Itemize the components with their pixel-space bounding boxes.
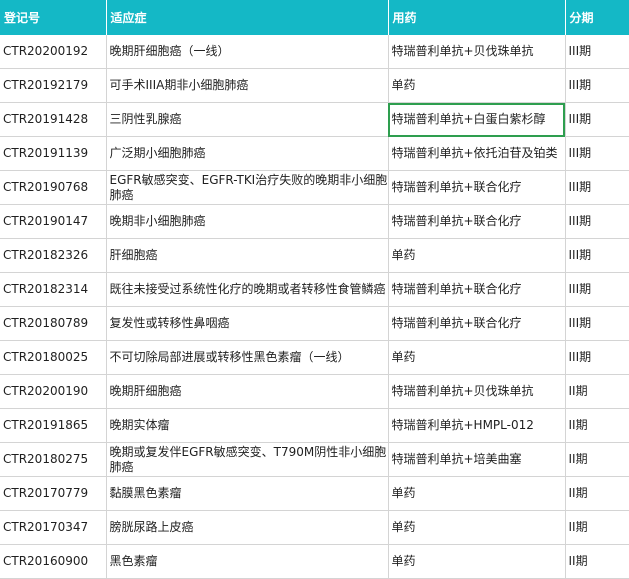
- cell-drug[interactable]: 特瑞普利单抗+联合化疗: [388, 170, 566, 205]
- cell-indication[interactable]: 既往未接受过系统性化疗的晚期或者转移性食管鳞癌: [106, 272, 389, 307]
- table-row: CTR20191428 三阴性乳腺癌 特瑞普利单抗+白蛋白紫杉醇 III期: [0, 102, 629, 137]
- cell-phase[interactable]: III期: [565, 204, 629, 239]
- cell-indication[interactable]: 不可切除局部进展或转移性黑色素瘤（一线）: [106, 340, 389, 375]
- cell-id[interactable]: CTR20191139: [0, 136, 107, 171]
- table-row: CTR20182314 既往未接受过系统性化疗的晚期或者转移性食管鳞癌 特瑞普利…: [0, 272, 629, 307]
- table-row: CTR20192179 可手术IIIA期非小细胞肺癌 单药 III期: [0, 68, 629, 103]
- table-row: CTR20170779 黏膜黑色素瘤 单药 II期: [0, 476, 629, 511]
- header-row: 登记号 适应症 用药 分期: [0, 0, 629, 35]
- cell-drug[interactable]: 特瑞普利单抗+联合化疗: [388, 204, 566, 239]
- cell-indication[interactable]: 复发性或转移性鼻咽癌: [106, 306, 389, 341]
- cell-drug[interactable]: 单药: [388, 510, 566, 545]
- cell-phase[interactable]: II期: [565, 476, 629, 511]
- cell-drug[interactable]: 单药: [388, 476, 566, 511]
- table-row: CTR20191139 广泛期小细胞肺癌 特瑞普利单抗+依托泊苷及铂类 III期: [0, 136, 629, 171]
- cell-indication[interactable]: 黑色素瘤: [106, 544, 389, 579]
- header-indication[interactable]: 适应症: [106, 0, 389, 35]
- table-row: CTR20190768 EGFR敏感突变、EGFR-TKI治疗失败的晚期非小细胞…: [0, 170, 629, 205]
- cell-drug[interactable]: 单药: [388, 68, 566, 103]
- table-row: CTR20190147 晚期非小细胞肺癌 特瑞普利单抗+联合化疗 III期: [0, 204, 629, 239]
- table-row: CTR20160900 黑色素瘤 单药 II期: [0, 544, 629, 579]
- cell-phase[interactable]: III期: [565, 340, 629, 375]
- cell-drug[interactable]: 单药: [388, 340, 566, 375]
- table-row: CTR20180025 不可切除局部进展或转移性黑色素瘤（一线） 单药 III期: [0, 340, 629, 375]
- cell-indication[interactable]: 可手术IIIA期非小细胞肺癌: [106, 68, 389, 103]
- cell-id[interactable]: CTR20190768: [0, 170, 107, 205]
- cell-phase[interactable]: III期: [565, 68, 629, 103]
- cell-indication[interactable]: 广泛期小细胞肺癌: [106, 136, 389, 171]
- cell-id[interactable]: CTR20180789: [0, 306, 107, 341]
- cell-phase[interactable]: II期: [565, 408, 629, 443]
- trial-table: 登记号 适应症 用药 分期 CTR20200192 晚期肝细胞癌（一线） 特瑞普…: [0, 0, 629, 579]
- table-row: CTR20200192 晚期肝细胞癌（一线） 特瑞普利单抗+贝伐珠单抗 III期: [0, 35, 629, 69]
- cell-indication[interactable]: 三阴性乳腺癌: [106, 102, 389, 137]
- cell-id[interactable]: CTR20180025: [0, 340, 107, 375]
- cell-id[interactable]: CTR20191428: [0, 102, 107, 137]
- selected-cell-drug[interactable]: 特瑞普利单抗+白蛋白紫杉醇: [388, 102, 566, 137]
- cell-drug[interactable]: 特瑞普利单抗+联合化疗: [388, 306, 566, 341]
- cell-phase[interactable]: II期: [565, 442, 629, 477]
- cell-id[interactable]: CTR20182326: [0, 238, 107, 273]
- cell-indication[interactable]: 黏膜黑色素瘤: [106, 476, 389, 511]
- table-row: CTR20170347 膀胱尿路上皮癌 单药 II期: [0, 510, 629, 545]
- cell-id[interactable]: CTR20180275: [0, 442, 107, 477]
- table-row: CTR20191865 晚期实体瘤 特瑞普利单抗+HMPL-012 II期: [0, 408, 629, 443]
- cell-indication[interactable]: 晚期实体瘤: [106, 408, 389, 443]
- cell-drug[interactable]: 特瑞普利单抗+贝伐珠单抗: [388, 35, 566, 69]
- cell-drug[interactable]: 特瑞普利单抗+培美曲塞: [388, 442, 566, 477]
- cell-drug[interactable]: 特瑞普利单抗+贝伐珠单抗: [388, 374, 566, 409]
- cell-phase[interactable]: III期: [565, 35, 629, 69]
- cell-phase[interactable]: III期: [565, 306, 629, 341]
- cell-drug[interactable]: 特瑞普利单抗+HMPL-012: [388, 408, 566, 443]
- cell-indication[interactable]: 晚期肝细胞癌: [106, 374, 389, 409]
- table-row: CTR20182326 肝细胞癌 单药 III期: [0, 238, 629, 273]
- table-row: CTR20180789 复发性或转移性鼻咽癌 特瑞普利单抗+联合化疗 III期: [0, 306, 629, 341]
- cell-indication[interactable]: 膀胱尿路上皮癌: [106, 510, 389, 545]
- cell-id[interactable]: CTR20182314: [0, 272, 107, 307]
- cell-phase[interactable]: III期: [565, 102, 629, 137]
- cell-phase[interactable]: II期: [565, 544, 629, 579]
- cell-indication[interactable]: 晚期非小细胞肺癌: [106, 204, 389, 239]
- cell-id[interactable]: CTR20192179: [0, 68, 107, 103]
- cell-indication[interactable]: 晚期肝细胞癌（一线）: [106, 35, 389, 69]
- cell-phase[interactable]: III期: [565, 136, 629, 171]
- cell-phase[interactable]: III期: [565, 170, 629, 205]
- header-phase[interactable]: 分期: [565, 0, 629, 35]
- header-id[interactable]: 登记号: [0, 0, 107, 35]
- cell-id[interactable]: CTR20200192: [0, 35, 107, 69]
- cell-id[interactable]: CTR20160900: [0, 544, 107, 579]
- cell-drug[interactable]: 特瑞普利单抗+依托泊苷及铂类: [388, 136, 566, 171]
- cell-indication[interactable]: 晚期或复发伴EGFR敏感突变、T790M阴性非小细胞肺癌: [106, 442, 389, 477]
- header-drug[interactable]: 用药: [388, 0, 566, 35]
- cell-id[interactable]: CTR20191865: [0, 408, 107, 443]
- table-row: CTR20200190 晚期肝细胞癌 特瑞普利单抗+贝伐珠单抗 II期: [0, 374, 629, 409]
- cell-indication[interactable]: EGFR敏感突变、EGFR-TKI治疗失败的晚期非小细胞肺癌: [106, 170, 389, 205]
- cell-id[interactable]: CTR20170347: [0, 510, 107, 545]
- cell-phase[interactable]: III期: [565, 272, 629, 307]
- cell-id[interactable]: CTR20170779: [0, 476, 107, 511]
- cell-drug[interactable]: 单药: [388, 544, 566, 579]
- cell-phase[interactable]: II期: [565, 510, 629, 545]
- cell-drug[interactable]: 特瑞普利单抗+联合化疗: [388, 272, 566, 307]
- cell-indication[interactable]: 肝细胞癌: [106, 238, 389, 273]
- cell-phase[interactable]: II期: [565, 374, 629, 409]
- cell-id[interactable]: CTR20190147: [0, 204, 107, 239]
- cell-id[interactable]: CTR20200190: [0, 374, 107, 409]
- table-row: CTR20180275 晚期或复发伴EGFR敏感突变、T790M阴性非小细胞肺癌…: [0, 442, 629, 477]
- cell-phase[interactable]: III期: [565, 238, 629, 273]
- cell-drug[interactable]: 单药: [388, 238, 566, 273]
